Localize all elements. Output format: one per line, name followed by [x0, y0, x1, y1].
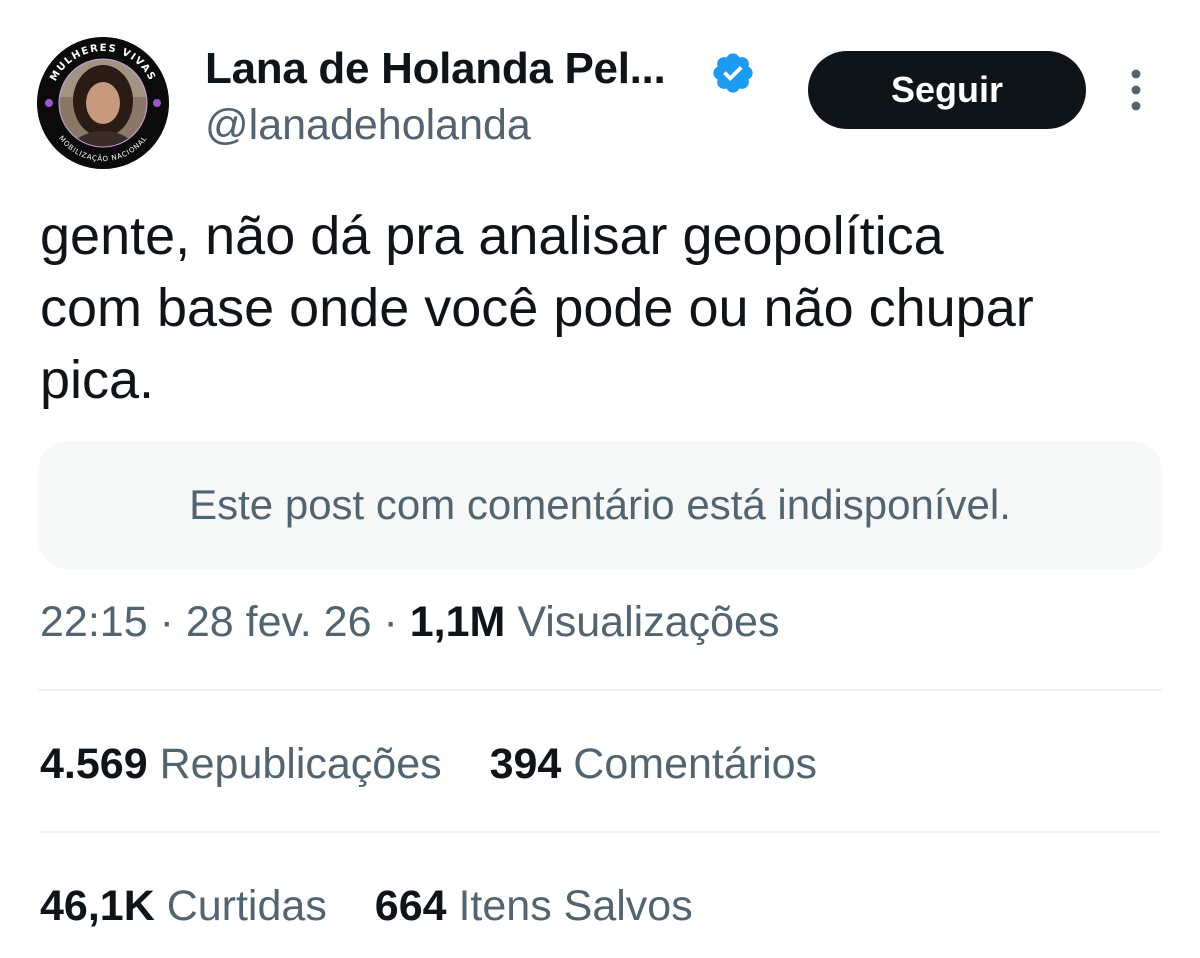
divider [38, 689, 1162, 691]
likes-stat[interactable]: 46,1K Curtidas [40, 882, 327, 931]
reposts-label: Republicações [159, 740, 442, 788]
tweet-text-line: gente, não dá pra analisar geopolítica [40, 206, 944, 266]
comments-stat[interactable]: 394 Comentários [490, 740, 817, 789]
meta-separator: · [383, 598, 398, 646]
views-label: Visualizações [517, 598, 780, 646]
reposts-stat[interactable]: 4.569 Republicações [40, 740, 442, 789]
tweet-date[interactable]: 28 fev. 26 [186, 598, 372, 646]
user-handle[interactable]: @lanadeholanda [205, 101, 531, 150]
comments-count: 394 [489, 740, 562, 788]
tweet-meta: 22:15 · 28 fev. 26 · 1,1M Visualizações [40, 598, 779, 647]
saves-stat[interactable]: 664 Itens Salvos [375, 882, 693, 931]
follow-button[interactable]: Seguir [808, 51, 1086, 129]
stats-row-engagement: 4.569 Republicações 394 Comentários [40, 740, 853, 789]
stats-row-likes: 46,1K Curtidas 664 Itens Salvos [40, 882, 729, 931]
avatar-image: MULHERES VIVAS MOBILIZAÇÃO NACIONAL [37, 37, 169, 169]
display-name[interactable]: Lana de Holanda Pel... [205, 44, 666, 94]
verified-badge-icon [710, 50, 756, 96]
tweet-text-line: pica. [40, 350, 155, 410]
saves-count: 664 [374, 882, 447, 930]
quote-unavailable-text: Este post com comentário está indisponív… [189, 481, 1011, 528]
comments-label: Comentários [573, 740, 818, 788]
saves-label: Itens Salvos [458, 882, 693, 930]
quote-unavailable-notice: Este post com comentário está indisponív… [38, 441, 1162, 569]
tweet-text: gente, não dá pra analisar geopolítica c… [40, 200, 1160, 416]
likes-label: Curtidas [166, 882, 327, 930]
tweet-time[interactable]: 22:15 [40, 598, 148, 646]
likes-count: 46,1K [40, 882, 155, 930]
avatar-ring-dot-right [153, 99, 161, 107]
more-vertical-icon[interactable] [1120, 66, 1152, 114]
divider [38, 831, 1162, 833]
tweet-text-line: com base onde você pode ou não chupar [40, 278, 1034, 338]
meta-separator: · [159, 598, 174, 646]
reposts-count: 4.569 [40, 740, 148, 788]
avatar[interactable]: MULHERES VIVAS MOBILIZAÇÃO NACIONAL [37, 37, 169, 169]
avatar-ring-dot-left [45, 99, 53, 107]
views-count: 1,1M [409, 598, 506, 646]
